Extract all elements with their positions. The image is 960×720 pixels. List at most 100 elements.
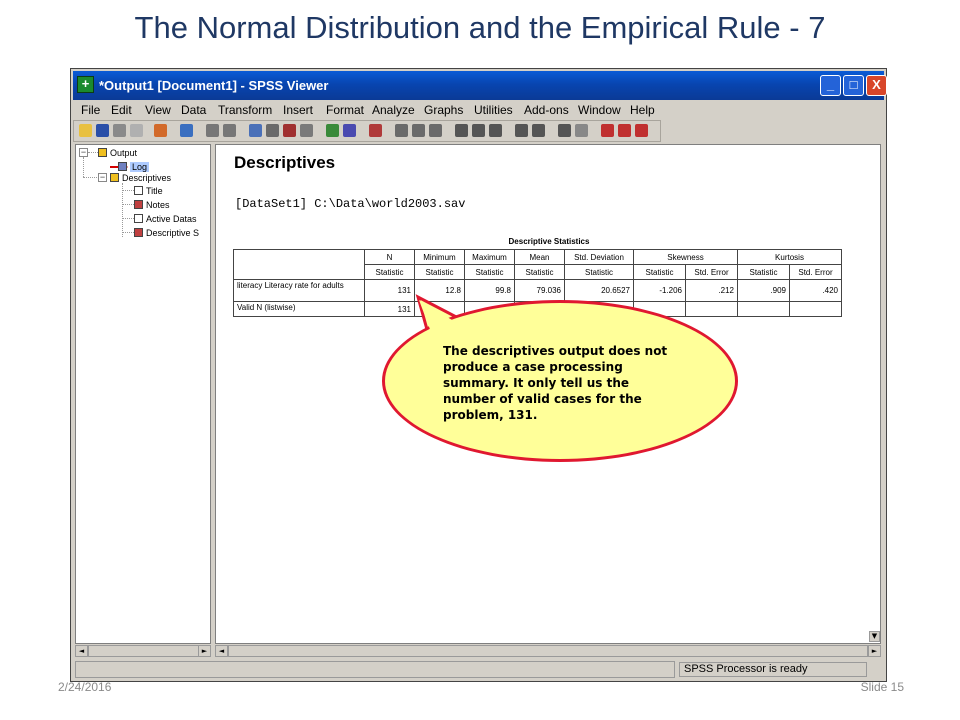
add-icon[interactable] xyxy=(455,124,468,137)
goto-data-icon[interactable] xyxy=(249,124,262,137)
export-icon[interactable] xyxy=(154,124,167,137)
tree-item-active-dataset[interactable]: Active Datas xyxy=(134,213,197,225)
menu-addons[interactable]: Add-ons xyxy=(524,103,569,117)
insert-text-icon[interactable] xyxy=(635,124,648,137)
variables-icon[interactable] xyxy=(283,124,296,137)
tree-item-output[interactable]: Output xyxy=(98,147,137,159)
tree-item-title-label: Title xyxy=(146,186,163,196)
cell-kurtosis-stat: .909 xyxy=(737,279,790,302)
close-button[interactable]: X xyxy=(866,75,887,96)
subheader-cell: Statistic xyxy=(514,264,565,280)
menu-data[interactable]: Data xyxy=(181,103,206,117)
outline-tree-pane[interactable]: − Output Log − Descriptives Title Notes … xyxy=(75,144,211,644)
status-text: SPSS Processor is ready xyxy=(679,662,867,677)
menu-transform[interactable]: Transform xyxy=(218,103,272,117)
minimize-button[interactable]: _ xyxy=(820,75,841,96)
show-icon[interactable] xyxy=(558,124,571,137)
window-title: *Output1 [Document1] - SPSS Viewer xyxy=(99,78,329,93)
insert-cases-icon[interactable] xyxy=(326,124,339,137)
scroll-right-button[interactable]: ► xyxy=(198,646,210,656)
table-row: literacy Literacy rate for adults 131 12… xyxy=(233,279,842,302)
descriptive-statistics-title: Descriptive Statistics xyxy=(508,237,590,246)
expand-icon[interactable] xyxy=(515,124,528,137)
save-icon[interactable] xyxy=(96,124,109,137)
menu-insert[interactable]: Insert xyxy=(283,103,313,117)
weight-cases-icon[interactable] xyxy=(395,124,408,137)
cell-skewness-se: .212 xyxy=(685,279,738,302)
print-icon[interactable] xyxy=(113,124,126,137)
cell-mean: 79.036 xyxy=(514,279,565,302)
maximize-button[interactable]: □ xyxy=(843,75,864,96)
menu-format[interactable]: Format xyxy=(326,103,364,117)
output-collapse-icon[interactable]: − xyxy=(79,148,88,157)
window-titlebar[interactable]: + *Output1 [Document1] - SPSS Viewer _ □… xyxy=(73,71,887,100)
menu-help[interactable]: Help xyxy=(630,103,655,117)
tree-item-descriptive-statistics-label: Descriptive S xyxy=(146,228,200,238)
subheader-cell: Statistic xyxy=(737,264,790,280)
descriptives-collapse-icon[interactable]: − xyxy=(98,173,107,182)
subheader-cell: Statistic xyxy=(564,264,634,280)
menu-analyze[interactable]: Analyze xyxy=(372,103,415,117)
menu-graphs[interactable]: Graphs xyxy=(424,103,463,117)
insert-title-icon[interactable] xyxy=(618,124,631,137)
collapse-icon[interactable] xyxy=(532,124,545,137)
insert-heading-icon[interactable] xyxy=(601,124,614,137)
cell-n: 131 xyxy=(364,301,415,317)
notes-icon xyxy=(134,200,143,209)
row-label: Valid N (listwise) xyxy=(233,301,365,317)
header-n: N xyxy=(364,249,415,265)
scroll-thumb[interactable] xyxy=(88,646,202,656)
split-file-icon[interactable] xyxy=(369,124,382,137)
select-cases-icon[interactable] xyxy=(412,124,425,137)
dataset-path: [DataSet1] C:\Data\world2003.sav xyxy=(235,197,466,211)
callout-text: The descriptives output does not produce… xyxy=(443,344,668,422)
menu-utilities[interactable]: Utilities xyxy=(474,103,513,117)
menu-edit[interactable]: Edit xyxy=(111,103,132,117)
redo-icon[interactable] xyxy=(223,124,236,137)
goto-case-icon[interactable] xyxy=(266,124,279,137)
hide-icon[interactable] xyxy=(575,124,588,137)
slide-title: The Normal Distribution and the Empirica… xyxy=(134,10,826,45)
find-icon[interactable] xyxy=(300,124,313,137)
tree-item-notes[interactable]: Notes xyxy=(134,199,170,211)
subheader-cell: Statistic xyxy=(464,264,515,280)
descriptives-heading: Descriptives xyxy=(234,153,336,172)
title-icon xyxy=(134,186,143,195)
tree-horizontal-scrollbar[interactable]: ◄ ► xyxy=(75,645,211,657)
forward-arrow-icon[interactable] xyxy=(489,124,502,137)
subheader-cell: Statistic xyxy=(364,264,415,280)
cell-kurtosis-se: .420 xyxy=(789,279,842,302)
menu-window[interactable]: Window xyxy=(578,103,621,117)
scroll-right-button[interactable]: ► xyxy=(868,646,880,656)
menu-view[interactable]: View xyxy=(145,103,171,117)
insert-variable-icon[interactable] xyxy=(343,124,356,137)
scroll-left-button[interactable]: ◄ xyxy=(76,646,88,656)
tree-item-output-label: Output xyxy=(110,148,138,158)
scroll-thumb[interactable] xyxy=(228,646,868,656)
value-labels-icon[interactable] xyxy=(429,124,442,137)
header-minimum: Minimum xyxy=(414,249,465,265)
print-preview-icon[interactable] xyxy=(130,124,143,137)
toolbar xyxy=(73,120,661,142)
undo-icon[interactable] xyxy=(206,124,219,137)
cell-skewness-stat: -1.206 xyxy=(633,279,686,302)
scroll-down-button[interactable]: ▼ xyxy=(869,631,880,642)
tree-item-descriptives-label: Descriptives xyxy=(122,173,172,183)
cell-n: 131 xyxy=(364,279,415,302)
scroll-left-button[interactable]: ◄ xyxy=(216,646,228,656)
back-arrow-icon[interactable] xyxy=(472,124,485,137)
header-maximum: Maximum xyxy=(464,249,515,265)
recall-dialog-icon[interactable] xyxy=(180,124,193,137)
menu-file[interactable]: File xyxy=(81,103,100,117)
open-icon[interactable] xyxy=(79,124,92,137)
subheader-cell: Statistic xyxy=(414,264,465,280)
tree-item-descriptive-statistics[interactable]: Descriptive S xyxy=(134,227,199,239)
tree-item-descriptives[interactable]: Descriptives xyxy=(110,172,171,184)
tree-item-title[interactable]: Title xyxy=(134,185,163,197)
book-icon xyxy=(110,173,119,182)
header-mean: Mean xyxy=(514,249,565,265)
book-icon xyxy=(98,148,107,157)
slide-number: Slide 15 xyxy=(860,680,904,694)
content-horizontal-scrollbar[interactable]: ◄ ► xyxy=(215,645,881,657)
row-label: literacy Literacy rate for adults xyxy=(233,279,365,302)
